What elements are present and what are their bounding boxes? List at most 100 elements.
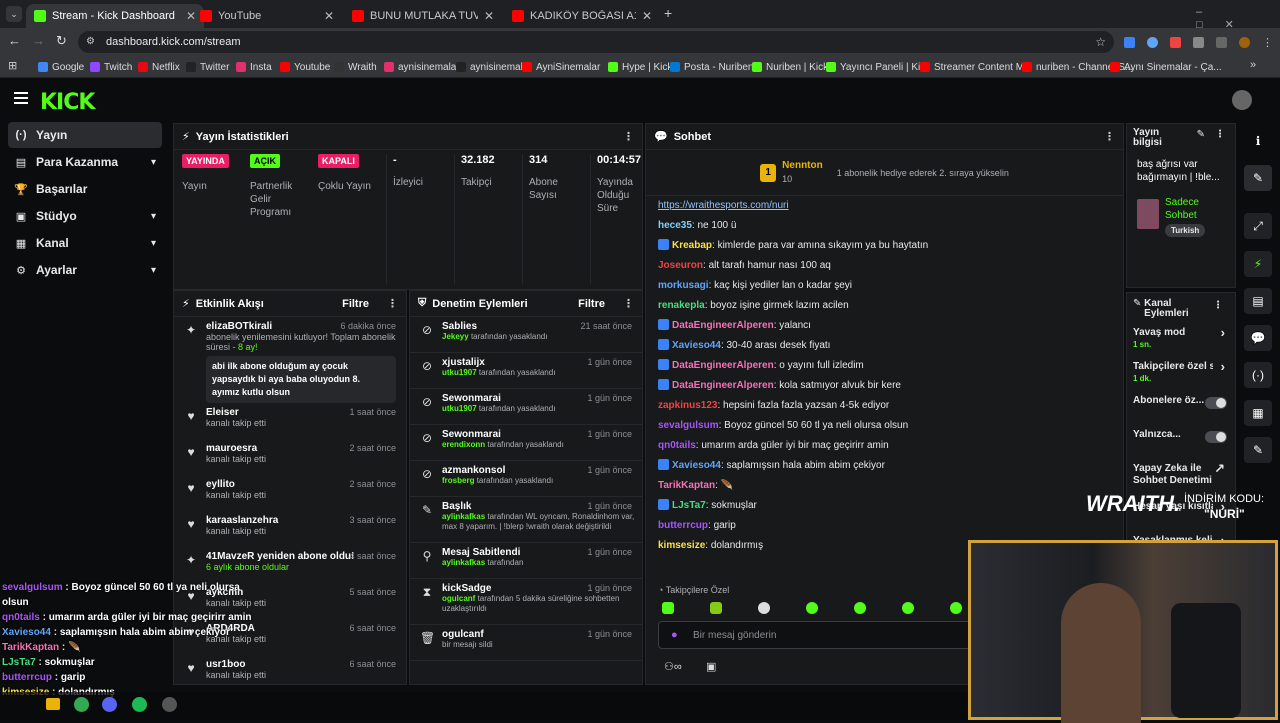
emote-row[interactable] bbox=[662, 602, 962, 616]
chat-message[interactable]: butterrcup: garip bbox=[646, 516, 1123, 536]
chat-message[interactable]: DataEngineerAlperen: yalancı bbox=[646, 316, 1123, 336]
browser-tab[interactable]: Stream - Kick Dashboard ✕ bbox=[26, 4, 204, 28]
sidebar-item-yayın[interactable]: (·) Yayın bbox=[8, 122, 162, 148]
chevron-right-icon[interactable]: › bbox=[1221, 326, 1225, 339]
chat-username[interactable]: Joseuron bbox=[658, 260, 703, 271]
chat-message[interactable]: zapkinus123: hepsini fazla fazla yazsan … bbox=[646, 396, 1123, 416]
bookmark-item[interactable]: aynisinemalar bbox=[456, 59, 532, 75]
moderation-item[interactable]: 🗑 ogulcanf bir mesajı sildi 1 gün önce bbox=[410, 625, 642, 661]
activity-item[interactable]: ♥ mauroesra kanalı takip etti 2 saat önce bbox=[174, 439, 406, 475]
language-tag[interactable]: Turkish bbox=[1165, 224, 1206, 237]
menu-icon[interactable] bbox=[14, 92, 28, 104]
bookmark-item[interactable]: Twitter bbox=[186, 59, 229, 75]
chat-message[interactable]: renakepla: boyoz işine girmek lazım acil… bbox=[646, 296, 1123, 316]
activity-item[interactable]: ♥ eyllito kanalı takip etti 2 saat önce bbox=[174, 475, 406, 511]
browser-tab[interactable]: YouTube ✕ bbox=[192, 4, 342, 28]
sidebar-item-para-kazanma[interactable]: ▤ Para Kazanma ▾ bbox=[8, 149, 162, 175]
tab-search-button[interactable]: ⌄ bbox=[6, 6, 22, 22]
fullscreen-icon[interactable]: ⤢ bbox=[1244, 213, 1272, 239]
extensions-area[interactable]: ⋮ bbox=[1124, 34, 1274, 50]
chat-message[interactable]: hece35: ne 100 ü bbox=[646, 216, 1123, 236]
kick-logo[interactable]: KICK bbox=[40, 90, 95, 115]
bolt-rail-icon[interactable]: ⚡ bbox=[1244, 251, 1272, 277]
edit-icon[interactable]: ✎ bbox=[1197, 130, 1205, 140]
chat-message[interactable]: TarikKaptan: 🪶 bbox=[646, 476, 1123, 496]
chat-username[interactable]: hece35 bbox=[658, 220, 692, 231]
browser-tab[interactable]: BUNU MUTLAKA TUVALETTE K ✕ bbox=[344, 4, 502, 28]
chat-message[interactable]: Kreabap: kimlerde para var amına sıkayım… bbox=[646, 236, 1123, 256]
chevron-down-icon[interactable]: ▾ bbox=[151, 238, 156, 249]
browser-tab[interactable]: KADIKÖY BOĞASI A101 VS BİM ✕ bbox=[504, 4, 660, 28]
chat-message[interactable]: morkusagi: kaç kişi yediler lan o kadar … bbox=[646, 276, 1123, 296]
apps-icon[interactable]: ⊞ bbox=[8, 59, 17, 72]
bookmark-item[interactable]: Hype | Kick bbox=[608, 59, 672, 75]
wrench-rail-icon[interactable]: ✎ bbox=[1244, 437, 1272, 463]
moderator-name[interactable]: erendixonn bbox=[442, 440, 485, 449]
bookmark-item[interactable]: Yayıncı Paneli | Kick bbox=[826, 59, 930, 75]
bookmark-item[interactable]: Streamer Content M... bbox=[920, 59, 1032, 75]
chat-message[interactable]: DataEngineerAlperen: o yayını full izled… bbox=[646, 356, 1123, 376]
chevron-right-icon[interactable]: › bbox=[1221, 360, 1225, 373]
sidebar-item-başarılar[interactable]: 🏆 Başarılar bbox=[8, 176, 162, 202]
bookmarks-more-icon[interactable]: » bbox=[1250, 59, 1256, 71]
chevron-down-icon[interactable]: ▾ bbox=[151, 211, 156, 222]
chat-username[interactable]: DataEngineerAlperen bbox=[672, 360, 774, 371]
chevron-down-icon[interactable]: ▾ bbox=[151, 265, 156, 276]
toggle-switch[interactable] bbox=[1205, 397, 1227, 409]
chat-username[interactable]: TarikKaptan bbox=[658, 480, 715, 491]
chat-message[interactable]: Joseuron: alt tarafı hamur nası 100 aq bbox=[646, 256, 1123, 276]
channel-action-item[interactable]: Takipçilere özel s 1 dk. › bbox=[1127, 357, 1235, 391]
activity-filter-button[interactable]: Filtre bbox=[342, 298, 369, 310]
moderation-item[interactable]: ⊘ azmankonsol frosberg tarafından yasaklan… bbox=[410, 461, 642, 497]
chat-message[interactable]: qn0tails: umarım arda güler iyi bir maç … bbox=[646, 436, 1123, 456]
bookmark-item[interactable]: Wraith bbox=[334, 59, 377, 75]
moderation-item[interactable]: ⧗ kickSadge ogulcanf tarafından 5 dakika s… bbox=[410, 579, 642, 625]
bookmark-item[interactable]: Youtube bbox=[280, 59, 330, 75]
moderation-menu-icon[interactable]: ⋮ bbox=[623, 297, 634, 310]
chat-username[interactable]: Xavieso44 bbox=[672, 460, 721, 471]
bookmark-item[interactable]: Netflix bbox=[138, 59, 180, 75]
chat-username[interactable]: butterrcup bbox=[658, 520, 708, 531]
moderation-item[interactable]: ⚲ Mesaj Sabitlendi aylinkafkas tarafından 1… bbox=[410, 543, 642, 579]
chat-username[interactable]: DataEngineerAlperen bbox=[672, 320, 774, 331]
chat-username[interactable]: renakepla bbox=[658, 300, 705, 311]
channel-action-item[interactable]: Yavaş mod 1 sn. › bbox=[1127, 323, 1235, 357]
info-icon[interactable]: ℹ bbox=[1244, 128, 1272, 154]
sidebar-item-kanal[interactable]: ▦ Kanal ▾ bbox=[8, 230, 162, 256]
layout-icon[interactable]: ▦ bbox=[1244, 400, 1272, 426]
category-thumb[interactable] bbox=[1137, 199, 1159, 229]
channel-actions-menu-icon[interactable]: ⋮ bbox=[1213, 301, 1223, 311]
moderation-item[interactable]: ⊘ Sewonmarai utku1907 tarafından yasakland… bbox=[410, 389, 642, 425]
bookmark-item[interactable]: Insta bbox=[236, 59, 272, 75]
moderator-name[interactable]: aylinkafkas bbox=[442, 512, 485, 521]
bookmark-item[interactable]: Nuriben | Kick bbox=[752, 59, 828, 75]
back-button[interactable]: ← bbox=[8, 33, 21, 48]
sidebar-item-stüdyo[interactable]: ▣ Stüdyo ▾ bbox=[8, 203, 162, 229]
bookmark-item[interactable]: aynisinemalar bbox=[384, 59, 460, 75]
activity-item[interactable]: ✦ 41MavzeR yeniden abone oldu! 6 aylık abo… bbox=[174, 547, 406, 583]
bookmark-item[interactable]: Twitch bbox=[90, 59, 132, 75]
moderation-item[interactable]: ✎ Başlık aylinkafkas tarafından WL oyncam,… bbox=[410, 497, 642, 543]
chat-link-line[interactable]: https://wraithesports.com/nuri bbox=[646, 196, 1123, 216]
bookmark-item[interactable]: Posta - Nuriben bbox=[670, 59, 753, 75]
chat-menu-icon[interactable]: ⋮ bbox=[1104, 130, 1115, 143]
reload-button[interactable]: ↻ bbox=[56, 33, 67, 49]
activity-item[interactable]: ♥ Eleiser kanalı takip etti 1 saat önce bbox=[174, 403, 406, 439]
channel-action-item[interactable]: Abonelere öz... bbox=[1127, 391, 1235, 425]
category-link[interactable]: Sadece Sohbet bbox=[1165, 196, 1225, 222]
pinned-user[interactable]: Nennton bbox=[782, 160, 823, 171]
bookmark-star-icon[interactable]: ☆ bbox=[1095, 31, 1106, 53]
stats-menu-icon[interactable]: ⋮ bbox=[623, 130, 634, 143]
chat-username[interactable]: LJsTa7 bbox=[672, 500, 706, 511]
broadcast-icon[interactable]: (·) bbox=[1244, 362, 1272, 388]
chat-username[interactable]: sevalgulsum bbox=[658, 420, 719, 431]
moderation-filter-button[interactable]: Filtre bbox=[578, 298, 605, 310]
chevron-down-icon[interactable]: ▾ bbox=[151, 157, 156, 168]
activity-menu-icon[interactable]: ⋮ bbox=[387, 297, 398, 310]
chat-username[interactable]: morkusagi bbox=[658, 280, 709, 291]
moderation-item[interactable]: ⊘ Sablies Jekeyy tarafından yasaklandı 21 s… bbox=[410, 317, 642, 353]
stream-info-menu-icon[interactable]: ⋮ bbox=[1215, 130, 1225, 140]
moderator-name[interactable]: ogulcanf bbox=[442, 594, 475, 603]
document-icon[interactable]: ▤ bbox=[1244, 288, 1272, 314]
moderator-name[interactable]: Jekeyy bbox=[442, 332, 469, 341]
